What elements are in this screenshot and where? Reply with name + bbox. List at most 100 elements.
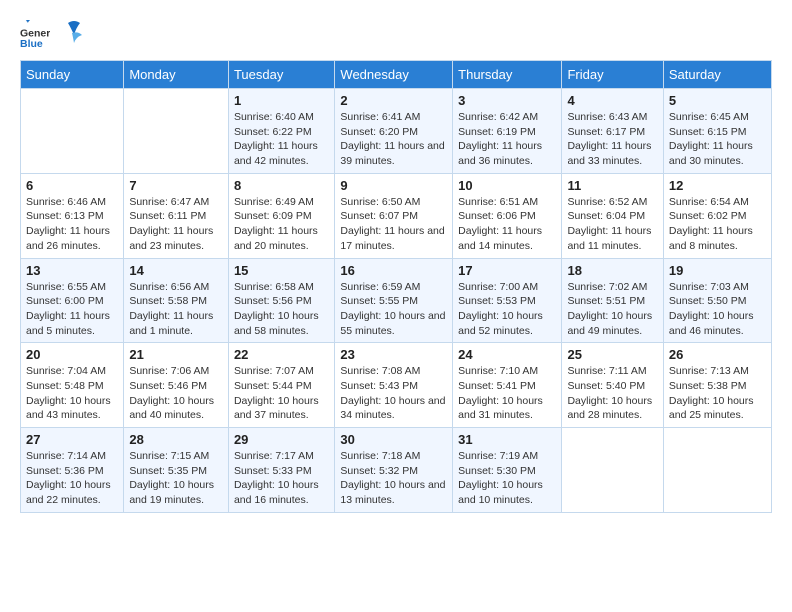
calendar-cell: 15 Sunrise: 6:58 AM Sunset: 5:56 PM Dayli… (228, 258, 334, 343)
calendar-cell: 5 Sunrise: 6:45 AM Sunset: 6:15 PM Daylig… (663, 89, 771, 174)
day-number: 30 (340, 432, 447, 447)
calendar-week-row: 27 Sunrise: 7:14 AM Sunset: 5:36 PM Dayli… (21, 428, 772, 513)
day-number: 13 (26, 263, 118, 278)
day-number: 31 (458, 432, 556, 447)
day-info: Sunrise: 6:41 AM Sunset: 6:20 PM Dayligh… (340, 110, 447, 169)
day-number: 15 (234, 263, 329, 278)
day-info: Sunrise: 7:07 AM Sunset: 5:44 PM Dayligh… (234, 364, 329, 423)
calendar-cell: 4Sunrise: 6:43 AM Sunset: 6:17 PM Daylig… (562, 89, 663, 174)
calendar-cell: 13 Sunrise: 6:55 AM Sunset: 6:00 PM Dayli… (21, 258, 124, 343)
calendar-cell: 19 Sunrise: 7:03 AM Sunset: 5:50 PM Dayli… (663, 258, 771, 343)
day-number: 8 (234, 178, 329, 193)
day-info: Sunrise: 7:18 AM Sunset: 5:32 PM Dayligh… (340, 449, 447, 508)
day-info: Sunrise: 7:10 AM Sunset: 5:41 PM Dayligh… (458, 364, 556, 423)
day-info: Sunrise: 6:51 AM Sunset: 6:06 PM Dayligh… (458, 195, 556, 254)
day-info: Sunrise: 7:00 AM Sunset: 5:53 PM Dayligh… (458, 280, 556, 339)
logo: General Blue (20, 20, 82, 50)
day-info: Sunrise: 7:19 AM Sunset: 5:30 PM Dayligh… (458, 449, 556, 508)
day-info: Sunrise: 6:47 AM Sunset: 6:11 PM Dayligh… (129, 195, 223, 254)
day-info: Sunrise: 6:58 AM Sunset: 5:56 PM Dayligh… (234, 280, 329, 339)
day-number: 20 (26, 347, 118, 362)
calendar-week-row: 6Sunrise: 6:46 AM Sunset: 6:13 PM Daylig… (21, 173, 772, 258)
calendar-week-row: 13 Sunrise: 6:55 AM Sunset: 6:00 PM Dayli… (21, 258, 772, 343)
day-info: Sunrise: 6:52 AM Sunset: 6:04 PM Dayligh… (567, 195, 657, 254)
day-number: 12 (669, 178, 766, 193)
calendar-cell: 21 Sunrise: 7:06 AM Sunset: 5:46 PM Dayli… (124, 343, 229, 428)
day-number: 19 (669, 263, 766, 278)
day-number: 11 (567, 178, 657, 193)
day-info: Sunrise: 7:03 AM Sunset: 5:50 PM Dayligh… (669, 280, 766, 339)
day-number: 2 (340, 93, 447, 108)
calendar-cell (663, 428, 771, 513)
calendar-cell: 6Sunrise: 6:46 AM Sunset: 6:13 PM Daylig… (21, 173, 124, 258)
day-number: 25 (567, 347, 657, 362)
calendar-cell: 30 Sunrise: 7:18 AM Sunset: 5:32 PM Dayli… (335, 428, 453, 513)
calendar-cell: 22 Sunrise: 7:07 AM Sunset: 5:44 PM Dayli… (228, 343, 334, 428)
header-wednesday: Wednesday (335, 61, 453, 89)
day-number: 22 (234, 347, 329, 362)
calendar-cell: 28 Sunrise: 7:15 AM Sunset: 5:35 PM Dayli… (124, 428, 229, 513)
day-info: Sunrise: 7:08 AM Sunset: 5:43 PM Dayligh… (340, 364, 447, 423)
calendar-cell: 7 Sunrise: 6:47 AM Sunset: 6:11 PM Daylig… (124, 173, 229, 258)
calendar-cell: 31 Sunrise: 7:19 AM Sunset: 5:30 PM Dayli… (453, 428, 562, 513)
calendar-cell: 9 Sunrise: 6:50 AM Sunset: 6:07 PM Daylig… (335, 173, 453, 258)
day-info: Sunrise: 7:17 AM Sunset: 5:33 PM Dayligh… (234, 449, 329, 508)
day-number: 17 (458, 263, 556, 278)
calendar-cell: 23 Sunrise: 7:08 AM Sunset: 5:43 PM Dayli… (335, 343, 453, 428)
day-number: 5 (669, 93, 766, 108)
day-info: Sunrise: 7:04 AM Sunset: 5:48 PM Dayligh… (26, 364, 118, 423)
day-number: 6 (26, 178, 118, 193)
day-number: 28 (129, 432, 223, 447)
calendar-cell: 11 Sunrise: 6:52 AM Sunset: 6:04 PM Dayli… (562, 173, 663, 258)
header-tuesday: Tuesday (228, 61, 334, 89)
day-info: Sunrise: 6:42 AM Sunset: 6:19 PM Dayligh… (458, 110, 556, 169)
calendar-cell (124, 89, 229, 174)
calendar-cell: 2 Sunrise: 6:41 AM Sunset: 6:20 PM Daylig… (335, 89, 453, 174)
day-info: Sunrise: 7:11 AM Sunset: 5:40 PM Dayligh… (567, 364, 657, 423)
day-number: 16 (340, 263, 447, 278)
calendar-cell: 10 Sunrise: 6:51 AM Sunset: 6:06 PM Dayli… (453, 173, 562, 258)
day-info: Sunrise: 6:59 AM Sunset: 5:55 PM Dayligh… (340, 280, 447, 339)
day-number: 1 (234, 93, 329, 108)
calendar-cell: 18Sunrise: 7:02 AM Sunset: 5:51 PM Dayli… (562, 258, 663, 343)
day-info: Sunrise: 6:50 AM Sunset: 6:07 PM Dayligh… (340, 195, 447, 254)
svg-text:Blue: Blue (20, 38, 43, 50)
day-info: Sunrise: 6:43 AM Sunset: 6:17 PM Dayligh… (567, 110, 657, 169)
calendar-cell (21, 89, 124, 174)
calendar-cell (562, 428, 663, 513)
calendar-cell: 29Sunrise: 7:17 AM Sunset: 5:33 PM Dayli… (228, 428, 334, 513)
calendar-cell: 8 Sunrise: 6:49 AM Sunset: 6:09 PM Daylig… (228, 173, 334, 258)
logo-bird-icon: General Blue (20, 20, 50, 50)
calendar-cell: 24 Sunrise: 7:10 AM Sunset: 5:41 PM Dayli… (453, 343, 562, 428)
day-info: Sunrise: 7:15 AM Sunset: 5:35 PM Dayligh… (129, 449, 223, 508)
calendar-header-row: SundayMondayTuesdayWednesdayThursdayFrid… (21, 61, 772, 89)
calendar-week-row: 1Sunrise: 6:40 AM Sunset: 6:22 PM Daylig… (21, 89, 772, 174)
day-number: 26 (669, 347, 766, 362)
day-number: 7 (129, 178, 223, 193)
calendar-cell: 27 Sunrise: 7:14 AM Sunset: 5:36 PM Dayli… (21, 428, 124, 513)
day-info: Sunrise: 6:49 AM Sunset: 6:09 PM Dayligh… (234, 195, 329, 254)
calendar-cell: 12Sunrise: 6:54 AM Sunset: 6:02 PM Dayli… (663, 173, 771, 258)
day-number: 10 (458, 178, 556, 193)
day-number: 21 (129, 347, 223, 362)
day-info: Sunrise: 6:45 AM Sunset: 6:15 PM Dayligh… (669, 110, 766, 169)
day-number: 3 (458, 93, 556, 108)
calendar-cell: 17 Sunrise: 7:00 AM Sunset: 5:53 PM Dayli… (453, 258, 562, 343)
day-number: 24 (458, 347, 556, 362)
day-info: Sunrise: 7:14 AM Sunset: 5:36 PM Dayligh… (26, 449, 118, 508)
calendar-week-row: 20 Sunrise: 7:04 AM Sunset: 5:48 PM Dayli… (21, 343, 772, 428)
day-number: 23 (340, 347, 447, 362)
day-number: 9 (340, 178, 447, 193)
day-info: Sunrise: 7:06 AM Sunset: 5:46 PM Dayligh… (129, 364, 223, 423)
header-saturday: Saturday (663, 61, 771, 89)
day-info: Sunrise: 7:13 AM Sunset: 5:38 PM Dayligh… (669, 364, 766, 423)
calendar-cell: 16 Sunrise: 6:59 AM Sunset: 5:55 PM Dayli… (335, 258, 453, 343)
day-number: 27 (26, 432, 118, 447)
page-header: General Blue (20, 20, 772, 50)
day-info: Sunrise: 6:56 AM Sunset: 5:58 PM Dayligh… (129, 280, 223, 339)
calendar-cell: 1Sunrise: 6:40 AM Sunset: 6:22 PM Daylig… (228, 89, 334, 174)
header-thursday: Thursday (453, 61, 562, 89)
header-friday: Friday (562, 61, 663, 89)
day-info: Sunrise: 6:55 AM Sunset: 6:00 PM Dayligh… (26, 280, 118, 339)
day-number: 14 (129, 263, 223, 278)
